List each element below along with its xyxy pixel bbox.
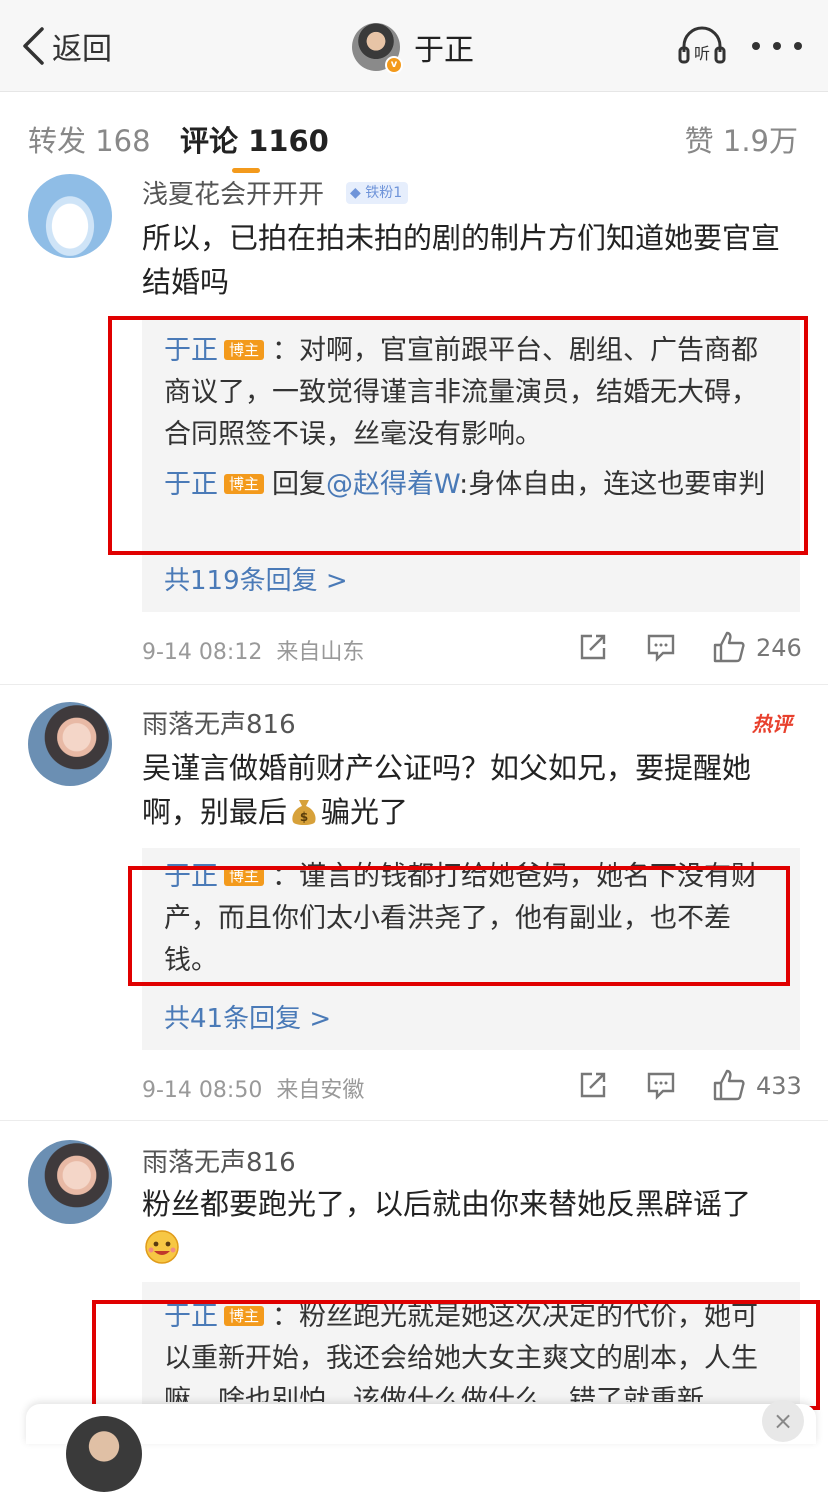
fan-badge-label: 铁粉1 <box>365 185 403 201</box>
hot-comment-badge: 热评 <box>752 712 792 736</box>
comment-time: 9-14 08:12 <box>142 640 263 665</box>
divider <box>0 1120 828 1121</box>
share-icon[interactable] <box>578 632 608 662</box>
fan-badge: ◆ 铁粉1 <box>346 182 409 204</box>
smile-emoji-icon <box>145 1230 179 1264</box>
tab-repost[interactable]: 转发 168 <box>28 118 151 160</box>
back-button[interactable]: 返回 <box>20 26 112 67</box>
comment-text: 粉丝都要跑光了，以后就由你来替她反黑辟谣了 <box>142 1182 802 1273</box>
highlight-box <box>108 316 808 555</box>
tab-comments[interactable]: 评论 1160 <box>180 118 329 160</box>
comment-user-name[interactable]: 浅夏花会开开开 <box>142 174 324 211</box>
listen-label: 听 <box>694 44 710 63</box>
avatar[interactable] <box>66 1416 142 1492</box>
avatar[interactable] <box>28 702 112 786</box>
more-replies-link[interactable]: 共119条回复 > <box>164 560 348 597</box>
avatar: v <box>352 23 403 74</box>
floating-player-card[interactable] <box>26 1404 816 1444</box>
comment-time: 9-14 08:50 <box>142 1078 263 1103</box>
top-nav-bar: 返回 v 于正 听 <box>0 0 828 92</box>
page-title[interactable]: v 于正 <box>352 22 474 74</box>
comment-location: 来自安徽 <box>276 1078 365 1103</box>
like-icon[interactable] <box>712 1068 746 1102</box>
comment-text-part: 粉丝都要跑光了，以后就由你来替她反黑辟谣了 <box>142 1187 752 1221</box>
comment-text-part: 吴谨言做婚前财产公证吗？如父如兄，要提醒她啊，别最后 <box>142 751 752 829</box>
highlight-box <box>92 1300 820 1410</box>
avatar[interactable] <box>28 1140 112 1224</box>
like-icon[interactable] <box>712 630 746 664</box>
divider <box>0 684 828 685</box>
verified-icon: v <box>385 56 403 74</box>
tab-likes[interactable]: 赞 1.9万 <box>685 118 798 160</box>
tab-bar: 转发 168 评论 1160 赞 1.9万 <box>0 92 828 178</box>
comment-location: 来自山东 <box>276 640 365 665</box>
like-count: 433 <box>756 1072 802 1100</box>
comment-text-part: 骗光了 <box>321 795 409 829</box>
page-title-text: 于正 <box>414 33 474 68</box>
highlight-box <box>128 866 790 986</box>
comment-icon[interactable] <box>646 632 676 662</box>
more-dots-icon[interactable] <box>752 38 802 54</box>
listen-icon[interactable]: 听 <box>676 22 728 70</box>
comment-text: 吴谨言做婚前财产公证吗？如父如兄，要提醒她啊，别最后 $ 骗光了 <box>142 746 802 834</box>
comment-icon[interactable] <box>646 1070 676 1100</box>
comment-meta: 9-14 08:12 来自山东 <box>142 634 364 666</box>
like-count: 246 <box>756 634 802 662</box>
close-icon[interactable]: × <box>762 1400 804 1442</box>
svg-text:$: $ <box>300 810 308 824</box>
avatar[interactable] <box>28 174 112 258</box>
comment-text: 所以，已拍在拍未拍的剧的制片方们知道她要官宣结婚吗 <box>142 221 781 299</box>
back-chevron-icon <box>23 27 44 65</box>
share-icon[interactable] <box>578 1070 608 1100</box>
tab-active-indicator <box>232 168 260 173</box>
comment-meta: 9-14 08:50 来自安徽 <box>142 1072 364 1104</box>
money-bag-icon: $ <box>292 800 316 825</box>
more-replies-link[interactable]: 共41条回复 > <box>164 998 331 1035</box>
comment-user-name[interactable]: 雨落无声816 <box>142 1142 296 1179</box>
back-label: 返回 <box>52 32 112 67</box>
comment-user-name[interactable]: 雨落无声816 <box>142 704 296 741</box>
